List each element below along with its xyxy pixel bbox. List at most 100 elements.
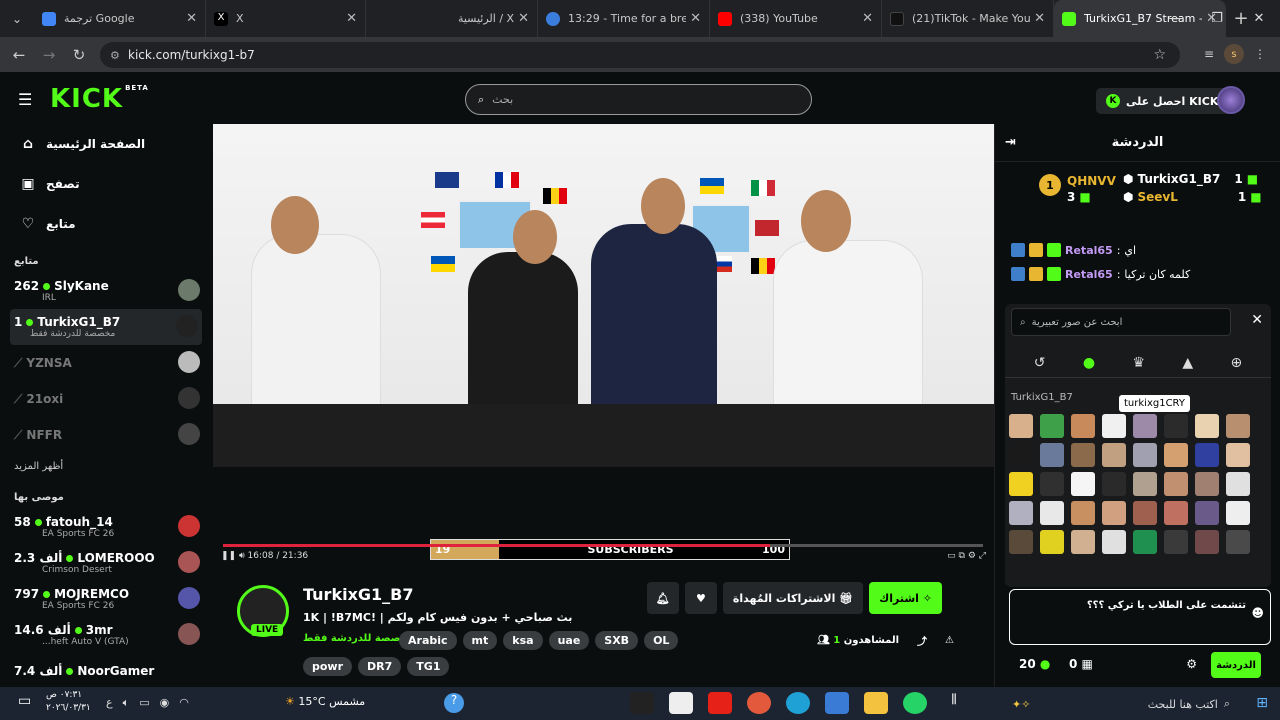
kick-logo[interactable]: KICK BETA bbox=[50, 84, 149, 114]
channel-item[interactable]: 2.3 ألف LOMEROOO Crimson Desert bbox=[0, 545, 212, 581]
file-explorer-icon[interactable] bbox=[864, 692, 888, 714]
chat-username[interactable]: Retal65 bbox=[1065, 244, 1113, 257]
seek-bar[interactable] bbox=[223, 544, 983, 547]
help-icon[interactable]: ? bbox=[444, 693, 464, 713]
emote[interactable] bbox=[1009, 530, 1033, 554]
chat-settings-icon[interactable]: ⚙ bbox=[1186, 657, 1197, 671]
tag[interactable]: DR7 bbox=[358, 657, 402, 676]
settings-icon[interactable]: ⚙ bbox=[968, 551, 976, 561]
recent-emotes-icon[interactable]: ↺ bbox=[1034, 355, 1046, 371]
app-icon[interactable] bbox=[669, 692, 693, 714]
report-icon[interactable]: ⚠ bbox=[945, 635, 954, 646]
reload-icon[interactable]: ↻ bbox=[64, 46, 94, 64]
emote[interactable] bbox=[1133, 472, 1157, 496]
emote[interactable] bbox=[1040, 530, 1064, 554]
tab-x-home[interactable]: X / الرئيسية ✕ bbox=[366, 0, 538, 37]
task-view-icon[interactable]: ⫼ bbox=[942, 692, 966, 714]
menu-burger-icon[interactable]: ☰ bbox=[18, 90, 32, 109]
volume-icon[interactable]: 🔊︎ bbox=[239, 551, 245, 561]
channel-name[interactable]: TurkixG1_B7 bbox=[303, 585, 413, 604]
nav-browse[interactable]: ▣ تصفح bbox=[0, 164, 212, 204]
notification-icon[interactable]: ▭ bbox=[18, 693, 31, 709]
channel-emotes-icon[interactable]: ♛ bbox=[1132, 355, 1145, 371]
url-field[interactable]: ⚙ kick.com/turkixg1-b7 ☆ bbox=[100, 42, 1180, 68]
chat-username[interactable]: Retal65 bbox=[1065, 268, 1113, 281]
tab-search-icon[interactable]: ⌄ bbox=[0, 0, 34, 37]
emote[interactable] bbox=[1133, 501, 1157, 525]
stream-category[interactable]: مخصصة للدردشة فقط bbox=[303, 633, 414, 644]
channel-item[interactable]: 14.6 ألف 3mr ...heft Auto V (GTA) bbox=[0, 617, 212, 653]
edge-icon[interactable] bbox=[786, 692, 810, 714]
emote[interactable] bbox=[1009, 501, 1033, 525]
tag[interactable]: uae bbox=[548, 631, 590, 650]
store-icon[interactable] bbox=[825, 692, 849, 714]
emote[interactable] bbox=[1040, 414, 1064, 438]
emote[interactable] bbox=[1071, 414, 1095, 438]
app-icon[interactable] bbox=[630, 692, 654, 714]
emote[interactable] bbox=[1040, 443, 1064, 467]
share-icon[interactable]: ⤴ bbox=[917, 633, 927, 648]
emoji-icon[interactable]: ☻ bbox=[1251, 606, 1264, 620]
whatsapp-icon[interactable] bbox=[903, 692, 927, 714]
profile-avatar[interactable]: s bbox=[1224, 44, 1244, 64]
close-tab-icon[interactable]: ✕ bbox=[518, 11, 529, 26]
site-info-icon[interactable]: ⚙ bbox=[110, 49, 120, 62]
channel-item[interactable]: 58 fatouh_14 EA Sports FC 26 bbox=[0, 509, 212, 545]
close-tab-icon[interactable]: ✕ bbox=[346, 11, 357, 26]
tag[interactable]: TG1 bbox=[407, 657, 450, 676]
emote[interactable] bbox=[1164, 414, 1188, 438]
emote[interactable] bbox=[1009, 414, 1033, 438]
emote[interactable] bbox=[1195, 414, 1219, 438]
emote[interactable] bbox=[1226, 414, 1250, 438]
tab-google-translate[interactable]: ترجمة Google ✕ bbox=[34, 0, 206, 37]
clock[interactable]: ٠٧:٣١ ص ٢٠٢٦/٠٣/٣١ bbox=[46, 689, 91, 715]
record-icon[interactable]: ◉ bbox=[160, 696, 170, 710]
pip-icon[interactable]: ⧉ bbox=[959, 551, 965, 561]
emote[interactable] bbox=[1133, 414, 1157, 438]
minimize-icon[interactable]: — bbox=[1154, 0, 1196, 37]
emote[interactable] bbox=[1071, 443, 1095, 467]
menu-icon[interactable]: ⋮ bbox=[1254, 47, 1266, 61]
back-icon[interactable]: ← bbox=[4, 46, 34, 64]
emote[interactable] bbox=[1226, 443, 1250, 467]
taskbar-search[interactable]: ✦✧ اكتب هنا للبحث ⌕ bbox=[1004, 691, 1240, 717]
channel-item[interactable]: 797 MOJREMCO EA Sports FC 26 bbox=[0, 581, 212, 617]
emote[interactable] bbox=[1040, 501, 1064, 525]
tab-break[interactable]: 13:29 - Time for a break!✕ bbox=[538, 0, 710, 37]
points[interactable]: 20 ● bbox=[1019, 657, 1050, 671]
tag[interactable]: ksa bbox=[503, 631, 543, 650]
emote[interactable] bbox=[1164, 443, 1188, 467]
speaker-icon[interactable]: 🔈︎ bbox=[123, 696, 130, 710]
tag[interactable]: SXB bbox=[595, 631, 639, 650]
channel-item-selected[interactable]: 1 TurkixG1_B7 مخصصة للدردشة فقط bbox=[10, 309, 202, 345]
emote[interactable] bbox=[1164, 530, 1188, 554]
bookmark-star-icon[interactable]: ☆ bbox=[1153, 47, 1166, 63]
wifi-icon[interactable]: ◠ bbox=[179, 696, 189, 710]
emote[interactable] bbox=[1009, 443, 1033, 467]
channel-item-offline[interactable]: ⟋ YZNSA bbox=[0, 345, 212, 381]
youtube-app-icon[interactable] bbox=[708, 692, 732, 714]
app-icon[interactable] bbox=[747, 692, 771, 714]
chat-input[interactable]: تتشمت على الطلاب يا تركي ؟؟؟ ☻ bbox=[1009, 589, 1271, 645]
theater-icon[interactable]: ▭ bbox=[947, 551, 956, 561]
channel-item[interactable]: 262 SlyKane IRL bbox=[0, 273, 212, 309]
emote[interactable] bbox=[1195, 530, 1219, 554]
notification-bell-button[interactable]: 🔔︎ bbox=[646, 582, 679, 614]
tag[interactable]: mt bbox=[462, 631, 498, 650]
close-tab-icon[interactable]: ✕ bbox=[690, 11, 701, 26]
fullscreen-icon[interactable]: ⤢ bbox=[979, 551, 986, 561]
sub-count[interactable]: 0 ▦ bbox=[1069, 657, 1093, 671]
get-kicks-button[interactable]: K احصل على KICKs bbox=[1096, 88, 1235, 114]
emote[interactable] bbox=[1164, 472, 1188, 496]
emote[interactable] bbox=[1102, 530, 1126, 554]
tab-tiktok[interactable]: (21)TikTok - Make Your Day✕ bbox=[882, 0, 1054, 37]
language-icon[interactable]: ع bbox=[106, 696, 113, 710]
close-window-icon[interactable]: ✕ bbox=[1238, 0, 1280, 37]
emote[interactable] bbox=[1164, 501, 1188, 525]
nav-home[interactable]: ⌂ الصفحة الرئيسية bbox=[0, 124, 212, 164]
emote[interactable] bbox=[1009, 472, 1033, 496]
channel-item[interactable]: 7.4 ألف NoorGamer bbox=[0, 653, 212, 687]
emote[interactable] bbox=[1226, 501, 1250, 525]
emote[interactable] bbox=[1195, 472, 1219, 496]
emote[interactable] bbox=[1071, 530, 1095, 554]
